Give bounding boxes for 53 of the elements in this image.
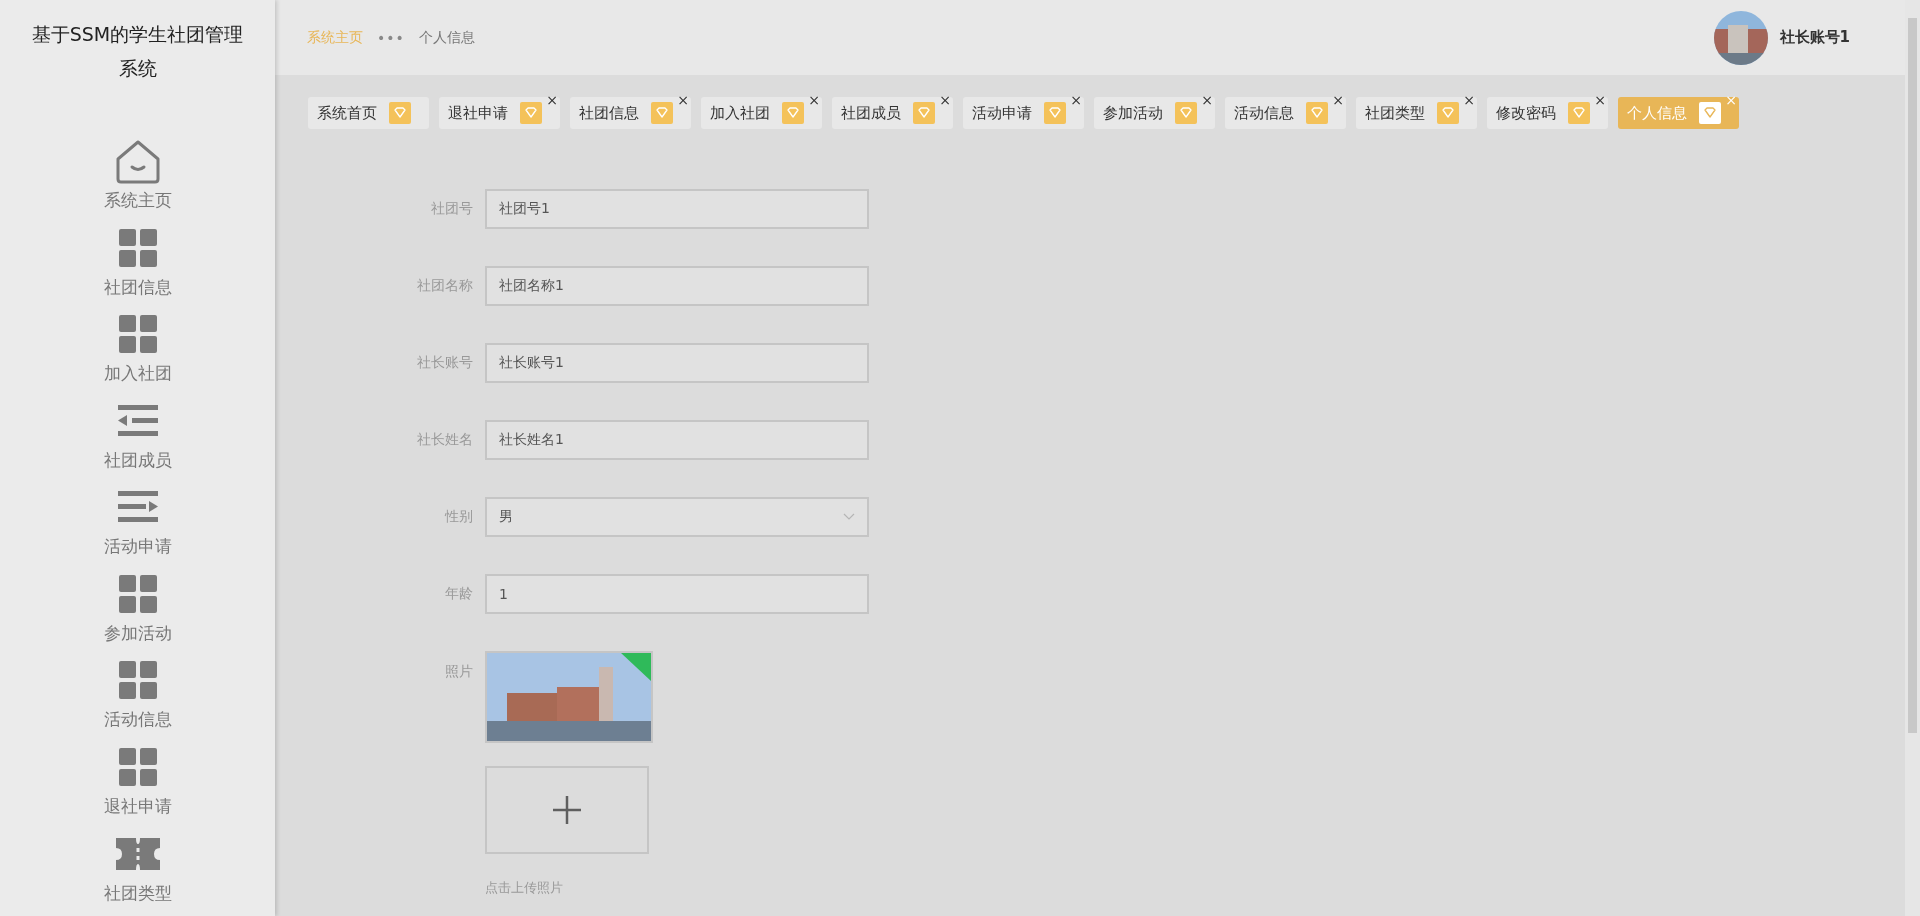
gem-icon <box>782 102 804 124</box>
field-label: 照片 <box>444 662 473 681</box>
tab[interactable]: 退社申请 × <box>439 97 560 129</box>
gem-icon <box>1568 102 1590 124</box>
field-label: 社长账号 <box>416 354 473 372</box>
sidebar-item[interactable]: 活动申请 <box>103 483 172 570</box>
scrollbar[interactable] <box>1905 0 1920 916</box>
chevron-down-icon <box>843 513 855 521</box>
breadcrumb-separator: ••• <box>377 29 405 46</box>
sidebar-item[interactable]: 加入社团 <box>103 310 172 397</box>
upload-hint: 点击上传照片 <box>485 879 564 897</box>
input-field[interactable]: 社长姓名1 <box>485 420 869 460</box>
gem-icon <box>1306 102 1328 124</box>
sidebar-item[interactable]: 社团信息 <box>103 223 172 311</box>
sidebar-item[interactable]: 系统主页 <box>103 137 172 224</box>
field-label: 性别 <box>443 508 473 526</box>
tab[interactable]: 活动信息 × <box>1225 97 1346 129</box>
tab[interactable]: 社团信息 × <box>570 97 691 129</box>
sidebar-item[interactable]: 退社申请 <box>103 742 172 830</box>
upload-button[interactable] <box>485 766 649 854</box>
select-field[interactable]: 男 <box>485 497 869 537</box>
gem-icon <box>1437 102 1459 124</box>
tab[interactable]: 社团成员 × <box>832 97 953 129</box>
sidebar-item[interactable]: 社团成员 <box>103 396 172 484</box>
input-field[interactable]: 社团号1 <box>485 189 869 229</box>
tab[interactable]: 参加活动 × <box>1094 97 1215 129</box>
input-field[interactable]: 1 <box>485 574 869 614</box>
gem-icon <box>651 102 673 124</box>
sidebar-item[interactable]: 参加活动 <box>103 569 172 657</box>
plus-icon <box>552 795 582 825</box>
tab[interactable]: 活动申请 × <box>963 97 1084 129</box>
breadcrumb-current: 个人信息 <box>418 28 475 47</box>
scrollbar-thumb[interactable] <box>1908 18 1917 733</box>
sidebar-item[interactable]: 社团类型 <box>103 829 172 916</box>
field-label: 社团号 <box>430 200 473 218</box>
gem-icon <box>520 102 542 124</box>
gem-icon <box>1175 102 1197 124</box>
tab[interactable]: 修改密码 × <box>1487 97 1608 129</box>
sidebar-item[interactable]: 活动信息 <box>103 656 172 743</box>
field-label: 社长姓名 <box>416 431 473 449</box>
gem-icon <box>913 102 935 124</box>
tab[interactable]: 社团类型 × <box>1356 97 1477 129</box>
user-name[interactable]: 社长账号1 <box>1779 28 1850 47</box>
tab[interactable]: 加入社团 × <box>701 97 822 129</box>
gem-icon <box>1699 102 1721 124</box>
input-field[interactable]: 社长账号1 <box>485 343 869 383</box>
app-title: 基于SSM的学生社团管理系统 <box>30 22 245 81</box>
field-label: 社团名称 <box>416 277 473 295</box>
field-label: 年龄 <box>444 585 473 603</box>
tab[interactable]: 系统首页 <box>308 97 429 129</box>
input-field[interactable]: 社团名称1 <box>485 266 869 306</box>
gem-icon <box>389 102 411 124</box>
gem-icon <box>1044 102 1066 124</box>
